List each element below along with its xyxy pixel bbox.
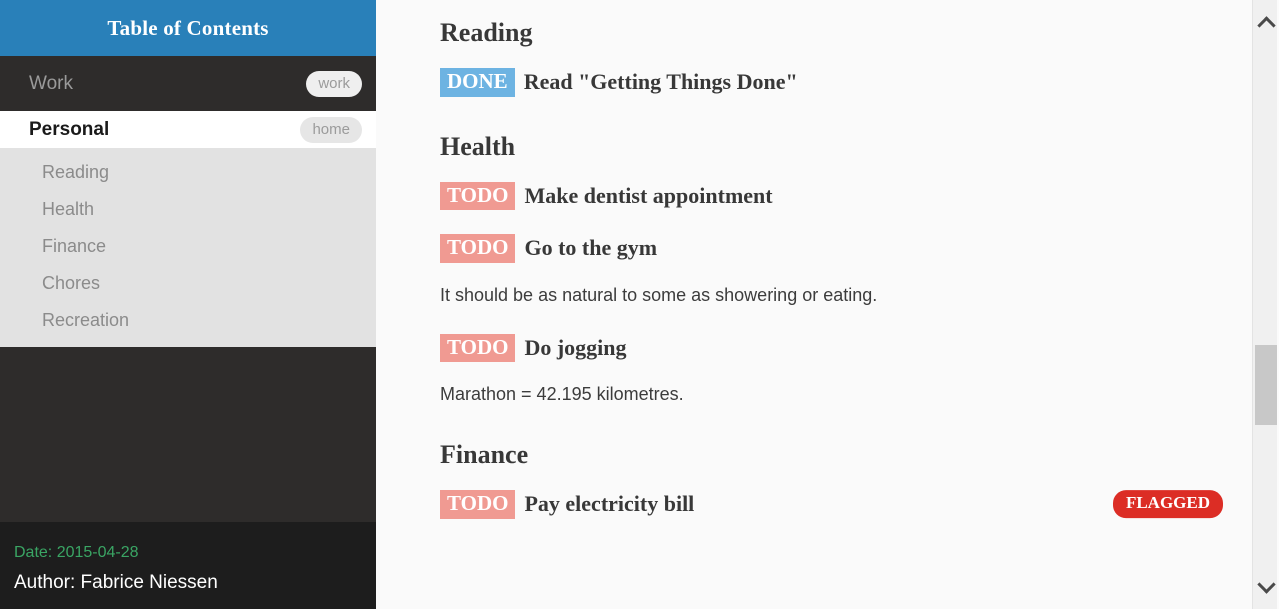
keyword-badge-todo[interactable]: TODO [440,234,516,263]
document-author: Author: Fabrice Niessen [14,572,218,593]
task-title: Pay electricity bill [524,491,695,517]
task-item[interactable]: TODO Pay electricity bill FLAGGED [440,490,1223,519]
toc-level1-list: Work work Personal home [0,56,376,148]
sidebar-item-label: Chores [42,273,101,293]
sidebar-item-label: Recreation [42,310,130,330]
sidebar-item-work[interactable]: Work work [0,56,376,111]
task-item[interactable]: TODO Go to the gym [440,234,1219,263]
task-item[interactable]: TODO Do jogging [440,333,1219,363]
chevron-down-icon [1257,574,1276,594]
toc-header-title: Table of Contents [107,15,269,40]
sidebar-item-recreation[interactable]: Recreation [0,302,376,339]
toc-level2-list: Reading Health Finance Chores Recreation [0,148,376,347]
task-title: Do jogging [524,334,627,360]
sidebar-item-label: Finance [42,236,107,256]
task-item[interactable]: DONE Read "Getting Things Done" [440,68,1219,97]
task-title: Read "Getting Things Done" [523,69,798,95]
chevron-up-icon [1257,15,1276,35]
toc-navigation: Work work Personal home Reading Health F… [0,56,376,347]
sidebar-item-label: Health [42,199,95,219]
keyword-badge-todo[interactable]: TODO [440,490,516,519]
task-title: Go to the gym [524,235,658,261]
keyword-badge-todo[interactable]: TODO [440,181,516,211]
tag-home[interactable]: home [300,116,362,143]
paragraph-text: Marathon = 42.195 kilometres. [440,384,684,405]
scroll-down-button[interactable] [1253,571,1279,601]
section-heading-reading: Reading [440,18,533,47]
sidebar-item-label: Work [29,72,73,94]
table-of-contents-sidebar: Table of Contents Work work Personal hom… [0,0,376,609]
tag-work[interactable]: work [306,70,362,97]
status-badge-flagged[interactable]: FLAGGED [1112,490,1223,519]
section-heading-finance: Finance [440,440,529,470]
org-mode-html-export: Table of Contents Work work Personal hom… [0,0,1279,609]
keyword-badge-done[interactable]: DONE [440,68,515,97]
vertical-scrollbar[interactable] [1252,0,1279,609]
sidebar-item-label: Personal [29,118,110,140]
paragraph-text: It should be as natural to some as showe… [440,284,878,305]
task-title: Make dentist appointment [524,182,773,208]
sidebar-item-reading[interactable]: Reading [0,154,376,191]
sidebar-item-chores[interactable]: Chores [0,265,376,302]
sidebar-item-health[interactable]: Health [0,191,376,228]
sidebar-item-personal[interactable]: Personal home [0,111,376,148]
section-heading-health: Health [440,131,516,161]
sidebar-item-label: Reading [42,162,110,182]
document-content-area: Reading DONE Read "Getting Things Done" … [376,0,1279,609]
document-date: Date: 2015-04-28 [14,544,139,561]
task-item[interactable]: TODO Make dentist appointment [440,181,1219,211]
keyword-badge-todo[interactable]: TODO [440,333,516,363]
toc-header: Table of Contents [0,0,376,56]
sidebar-footer: Date: 2015-04-28 Author: Fabrice Niessen [0,522,376,609]
scroll-up-button[interactable] [1253,8,1279,38]
sidebar-item-finance[interactable]: Finance [0,228,376,265]
scrollbar-thumb[interactable] [1255,345,1279,425]
document-body: Reading DONE Read "Getting Things Done" … [376,0,1279,519]
